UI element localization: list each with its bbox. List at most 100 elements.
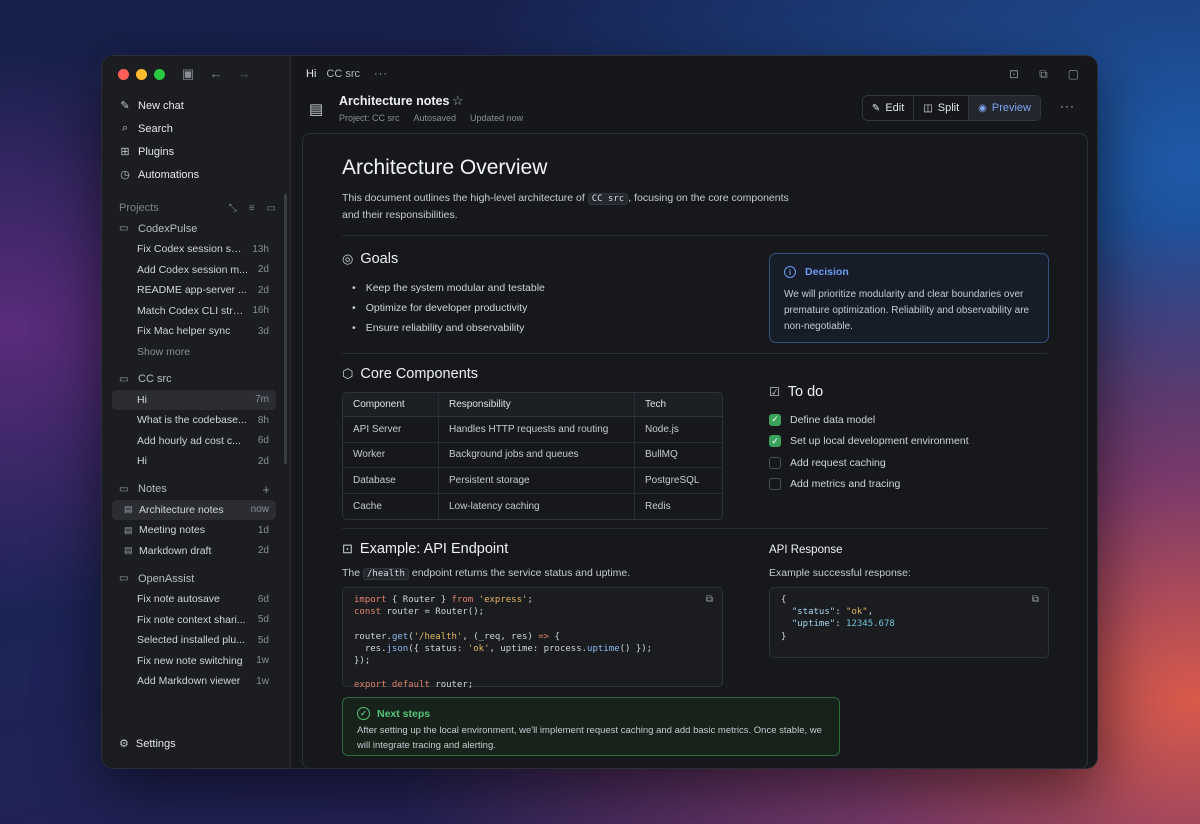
split-icon: ◫ — [923, 102, 933, 114]
goals-title: Goals — [360, 251, 399, 267]
thread-item[interactable]: Selected installed plu... 5d — [112, 630, 276, 651]
note-item[interactable]: ▤ Meeting notes 1d — [112, 520, 276, 541]
document-more-button[interactable]: ··· — [1060, 99, 1075, 113]
minimize-window-button[interactable] — [136, 69, 147, 80]
thread-item[interactable]: What is the codebase... 8h — [112, 410, 276, 431]
thread-item[interactable]: Add Markdown viewer 1w — [112, 671, 276, 692]
next-steps-title: Next steps — [377, 707, 431, 720]
divider — [342, 528, 1047, 529]
example-description: The /health endpoint returns the service… — [342, 567, 631, 580]
checkbox-unchecked[interactable] — [769, 456, 781, 469]
thread-time: 3d — [257, 325, 269, 337]
window-controls — [118, 69, 165, 80]
thread-title: Add hourly ad cost c... — [137, 434, 241, 447]
search-item[interactable]: ⌕ Search — [112, 117, 280, 140]
automations-item[interactable]: ◷ Automations — [112, 163, 280, 186]
terminal-icon[interactable]: ⊡ — [1009, 67, 1019, 82]
sidebar-toggle-icon[interactable]: ▣ — [180, 66, 196, 82]
forward-arrow-icon[interactable]: → — [236, 66, 252, 82]
project-group-openassist[interactable]: ▭ OpenAssist — [112, 568, 276, 589]
project-group-cc-src[interactable]: ▭ CC src — [112, 369, 276, 390]
api-response-subtitle: Example successful response: — [769, 567, 911, 579]
split-label: Split — [937, 102, 960, 114]
example-text-start: The — [342, 567, 364, 579]
thread-item[interactable]: Fix Codex session sync 13h — [112, 239, 276, 260]
checkbox-checked[interactable]: ✓ — [769, 413, 781, 426]
windows-icon[interactable]: ⧉ — [1039, 67, 1048, 82]
table-cell: Handles HTTP requests and routing — [439, 417, 635, 443]
settings-item[interactable]: ⚙ Settings — [119, 737, 176, 751]
todo-title: To do — [787, 384, 824, 400]
note-item[interactable]: ▤ Architecture notes now — [112, 499, 276, 520]
star-icon[interactable]: ☆ — [452, 93, 464, 109]
note-item[interactable]: ▤ Markdown draft 2d — [112, 541, 276, 562]
thread-item[interactable]: README app-server ... 2d — [112, 280, 276, 301]
chat-more-button[interactable]: ··· — [374, 68, 388, 80]
goal-item: Ensure reliability and observability — [352, 318, 545, 338]
thread-item[interactable]: Match Codex CLI stre... 16h — [112, 301, 276, 322]
document-title: Architecture notes — [339, 94, 450, 108]
goal-item: Keep the system modular and testable — [352, 278, 545, 298]
checkbox-checked[interactable]: ✓ — [769, 435, 781, 448]
meta-project: Project: CC src — [339, 113, 400, 123]
json-code-block: ⧉{ "status": "ok", "uptime": 12345.678 } — [769, 587, 1049, 658]
panel-toggle-icon[interactable]: ▢ — [1068, 67, 1079, 82]
table-cell: Node.js — [635, 417, 722, 443]
thread-item[interactable]: Add Codex session m... 2d — [112, 260, 276, 281]
intro-text-start: This document outlines the high-level ar… — [342, 192, 588, 204]
project-group-codexpulse[interactable]: ▭ CodexPulse — [112, 218, 276, 239]
thread-item[interactable]: Fix note context shari... 5d — [112, 610, 276, 631]
new-folder-icon[interactable]: ▭ — [267, 203, 276, 214]
sidebar-scrollbar[interactable] — [284, 194, 287, 464]
show-more-link[interactable]: Show more — [112, 342, 276, 362]
table-cell: Persistent storage — [439, 468, 635, 494]
thread-title: Match Codex CLI stre... — [137, 304, 247, 317]
edit-button[interactable]: ✎ Edit — [863, 96, 915, 120]
note-time: now — [250, 504, 269, 516]
filter-icon[interactable]: ≡ — [249, 203, 255, 214]
plugins-item[interactable]: ⊞ Plugins — [112, 140, 280, 163]
code-block: ⧉ import { Router } from 'express'; const… — [342, 587, 723, 690]
thread-time: 2d — [257, 284, 269, 296]
thread-item[interactable]: Fix note autosave 6d — [112, 589, 276, 610]
folder-icon: ▭ — [119, 573, 129, 584]
collapse-icon[interactable]: ⤡ — [229, 203, 237, 214]
example-text-end: endpoint returns the service status and … — [408, 567, 631, 579]
gear-icon: ⚙ — [119, 738, 129, 750]
meta-updated: Updated now — [470, 113, 524, 123]
thread-title: Fix Mac helper sync — [137, 325, 231, 338]
thread-item[interactable]: Fix Mac helper sync 3d — [112, 321, 276, 342]
project-name[interactable]: CC src — [326, 68, 360, 80]
copy-icon[interactable]: ⧉ — [1032, 594, 1039, 606]
intro-paragraph: This document outlines the high-level ar… — [342, 190, 802, 223]
components-table: Component Responsibility Tech API Server… — [342, 392, 723, 520]
thread-time: 2d — [257, 455, 269, 467]
thread-item[interactable]: Add hourly ad cost c... 6d — [112, 431, 276, 452]
back-arrow-icon[interactable]: ← — [208, 66, 224, 82]
zoom-window-button[interactable] — [154, 69, 165, 80]
divider — [342, 235, 1047, 236]
note-title: Meeting notes — [139, 524, 205, 537]
projects-section: Projects ⤡ ≡ ▭ ▭ CodexPulse Fix Codex ses… — [112, 198, 276, 692]
copy-icon[interactable]: ⧉ — [706, 594, 713, 606]
thread-item[interactable]: Fix new note switching 1w — [112, 651, 276, 672]
thread-item[interactable]: Hi 7m — [112, 389, 276, 410]
close-window-button[interactable] — [118, 69, 129, 80]
page-title: Architecture Overview — [342, 156, 548, 179]
goal-item: Optimize for developer productivity — [352, 298, 545, 318]
add-note-icon[interactable]: + — [262, 482, 270, 497]
thread-time: 13h — [252, 243, 269, 255]
next-steps-text: After setting up the local environment, … — [357, 725, 822, 751]
thread-item[interactable]: Hi 2d — [112, 451, 276, 472]
new-chat-item[interactable]: ✎ New chat — [112, 94, 280, 117]
todo-item: Add request caching — [769, 452, 969, 474]
thread-title: Fix Codex session sync — [137, 243, 247, 256]
document-icon: ▤ — [124, 524, 133, 535]
preview-button[interactable]: ◉ Preview — [969, 96, 1040, 120]
checkbox-unchecked[interactable] — [769, 478, 781, 491]
split-button[interactable]: ◫ Split — [914, 96, 970, 120]
todo-label: Add request caching — [790, 456, 886, 469]
project-group-notes[interactable]: ▭ Notes + — [112, 479, 276, 500]
nav-label: New chat — [138, 99, 184, 112]
table-cell: BullMQ — [635, 443, 722, 468]
